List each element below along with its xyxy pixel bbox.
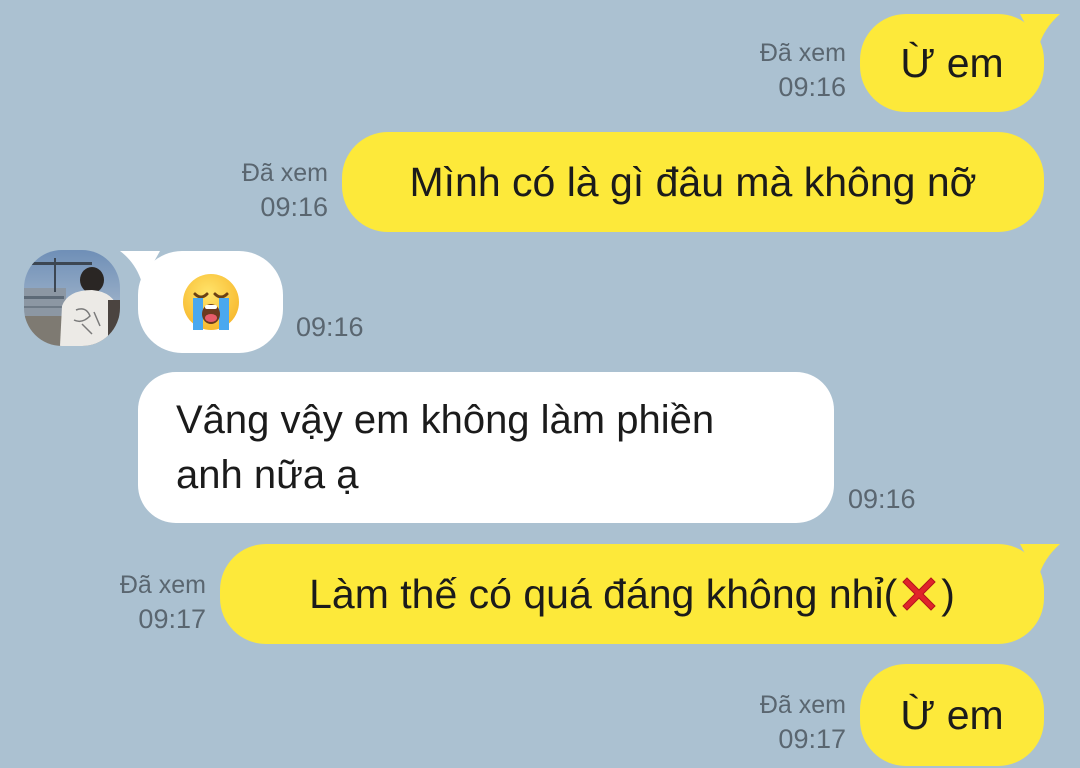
message-time: 09:16 xyxy=(848,484,916,514)
sent-message-bubble[interactable]: Làm thế có quá đáng không nhỉ( ) xyxy=(220,544,1060,644)
sent-message-bubble[interactable]: Mình có là gì đâu mà không nỡ xyxy=(342,132,1044,232)
received-message-bubble[interactable]: Vâng vậy em không làm phiền anh nữa ạ xyxy=(138,372,834,523)
message-text-line: anh nữa ạ xyxy=(176,452,359,497)
read-status: Đã xem xyxy=(119,571,206,599)
message-text: Ừ em xyxy=(900,39,1004,86)
read-status: Đã xem xyxy=(759,691,846,719)
message-time: 09:17 xyxy=(138,604,206,634)
message-text: Làm thế có quá đáng không nhỉ( xyxy=(309,570,898,617)
message-text: Ừ em xyxy=(900,691,1004,738)
message-meta: Đã xem 09:16 xyxy=(760,36,846,104)
message-meta: 09:16 xyxy=(848,482,916,516)
message-text: Mình có là gì đâu mà không nỡ xyxy=(409,158,977,205)
cross-mark-icon xyxy=(897,572,941,616)
message-meta: Đã xem 09:16 xyxy=(242,156,328,224)
loudly-crying-face-icon xyxy=(181,272,241,332)
message-meta: 09:16 xyxy=(296,310,364,344)
received-message-bubble[interactable] xyxy=(120,251,283,353)
bubble-tail xyxy=(1020,544,1060,578)
message-text-line: Vâng vậy em không làm phiền xyxy=(176,397,715,442)
message-text-suffix: ) xyxy=(941,570,955,617)
read-status: Đã xem xyxy=(241,159,328,187)
contact-avatar[interactable] xyxy=(24,250,120,346)
message-time: 09:16 xyxy=(296,312,364,342)
message-time: 09:16 xyxy=(778,72,846,102)
message-time: 09:16 xyxy=(260,192,328,222)
sent-message-bubble[interactable]: Ừ em xyxy=(860,14,1060,112)
message-meta: Đã xem 09:17 xyxy=(120,568,206,636)
bubble-tail xyxy=(1020,14,1060,48)
sent-message-bubble[interactable]: Ừ em xyxy=(860,664,1044,766)
message-time: 09:17 xyxy=(778,724,846,754)
bubble-tail xyxy=(120,251,160,283)
avatar-photo xyxy=(24,250,120,346)
message-meta: Đã xem 09:17 xyxy=(760,688,846,756)
read-status: Đã xem xyxy=(759,39,846,67)
